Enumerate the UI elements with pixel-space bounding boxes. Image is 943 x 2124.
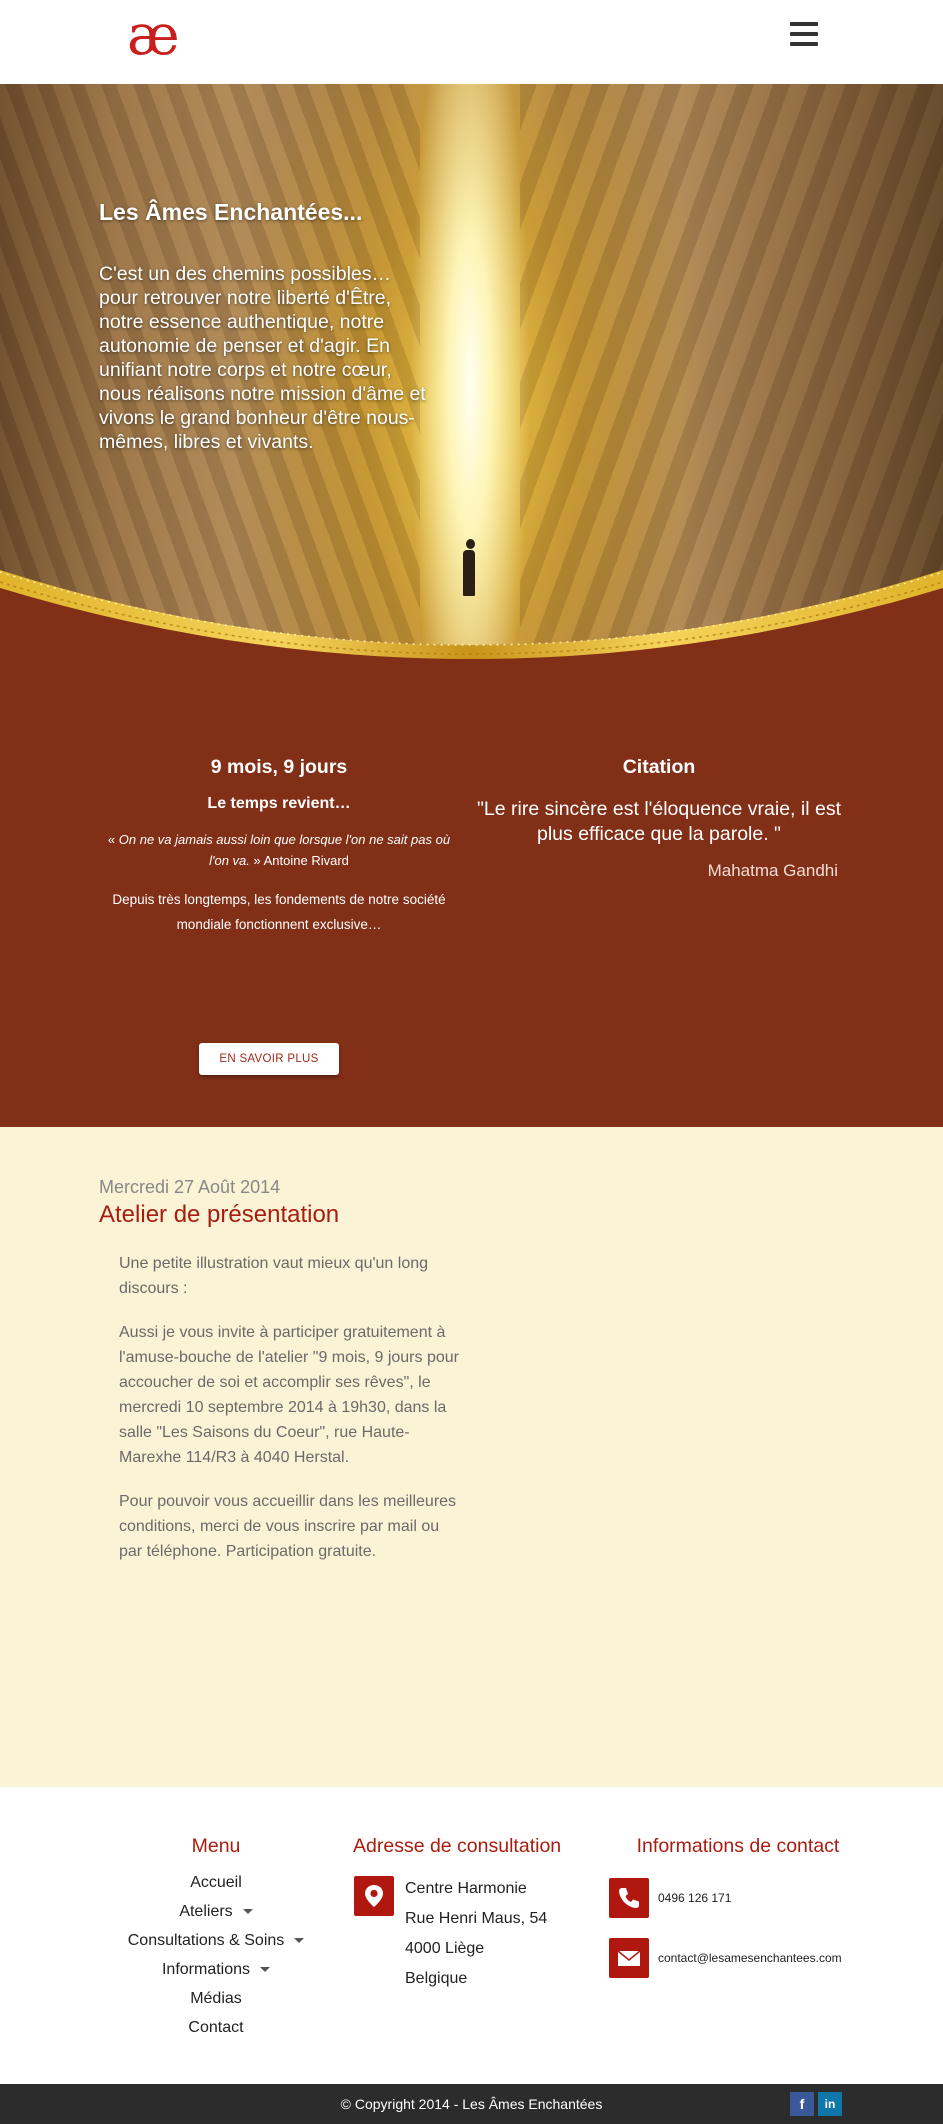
caret-down-icon[interactable] bbox=[294, 1938, 305, 1944]
site-logo[interactable]: æ bbox=[127, 6, 180, 66]
footer-menu-item-medias[interactable]: Médias bbox=[126, 1984, 306, 2013]
address-line: Rue Henri Maus, 54 bbox=[405, 1910, 548, 1927]
address-line: 4000 Liège bbox=[405, 1940, 485, 1957]
caret-down-icon[interactable] bbox=[242, 1909, 253, 1915]
footer-menu-item-contact[interactable]: Contact bbox=[126, 2013, 306, 2042]
phone-icon bbox=[609, 1878, 649, 1918]
site-header: æ bbox=[0, 0, 943, 84]
citation-author: Mahatma Gandhi bbox=[707, 861, 838, 880]
workshop-teaser: 9 mois, 9 jours Le temps revient… « On n… bbox=[99, 756, 459, 937]
post-date: Mercredi 27 Août 2014 bbox=[99, 1177, 281, 1197]
contact-email[interactable]: contact@lesamesenchantees.com bbox=[658, 1938, 868, 1978]
news-section: Mercredi 27 Août 2014 Atelier de présent… bbox=[0, 1127, 943, 1787]
post-body: Une petite illustration vaut mieux qu'un… bbox=[119, 1251, 464, 1583]
envelope-icon bbox=[609, 1938, 649, 1978]
site-footer: Menu Accueil Ateliers Consultations & So… bbox=[0, 1787, 943, 2084]
footer-menu-item-informations[interactable]: Informations bbox=[126, 1955, 306, 1984]
workshop-subheading: Le temps revient… bbox=[207, 795, 351, 812]
copyright-bar: © Copyright 2014 - Les Âmes Enchantées f… bbox=[0, 2084, 943, 2124]
footer-menu-heading: Menu bbox=[191, 1835, 241, 1857]
feature-section: 9 mois, 9 jours Le temps revient… « On n… bbox=[0, 684, 943, 1127]
map-pin-icon bbox=[354, 1876, 394, 1916]
linkedin-icon[interactable]: in bbox=[818, 2092, 842, 2116]
post-paragraph: Une petite illustration vaut mieux qu'un… bbox=[119, 1255, 429, 1297]
post-title[interactable]: Atelier de présentation bbox=[99, 1201, 339, 1229]
footer-menu-item-ateliers[interactable]: Ateliers bbox=[126, 1897, 306, 1926]
contact-phone-row: 0496 126 171 bbox=[608, 1878, 868, 1918]
facebook-icon[interactable]: f bbox=[790, 2092, 814, 2116]
citation-text: "Le rire sincère est l'éloquence vraie, … bbox=[477, 798, 841, 845]
gold-glitter-arc bbox=[0, 570, 943, 684]
hero-text: C'est un des chemins possibles… pour ret… bbox=[99, 263, 426, 453]
footer-menu-item-consultations[interactable]: Consultations & Soins bbox=[126, 1926, 306, 1955]
workshop-quote: « On ne va jamais aussi loin que lorsque… bbox=[107, 832, 451, 868]
footer-menu-item-accueil[interactable]: Accueil bbox=[126, 1868, 306, 1897]
contact-phone[interactable]: 0496 126 171 bbox=[658, 1878, 868, 1918]
read-more-button[interactable]: EN SAVOIR PLUS bbox=[199, 1043, 339, 1075]
footer-menu: Menu Accueil Ateliers Consultations & So… bbox=[126, 1835, 306, 2042]
workshop-intro: Depuis très longtemps, les fondements de… bbox=[112, 892, 446, 932]
footer-address-heading: Adresse de consultation bbox=[353, 1835, 562, 1857]
workshop-heading: 9 mois, 9 jours bbox=[210, 756, 348, 778]
address-line: Belgique bbox=[405, 1970, 468, 1987]
post-paragraph: Pour pouvoir vous accueillir dans les me… bbox=[119, 1493, 457, 1560]
caret-down-icon[interactable] bbox=[260, 1967, 271, 1973]
hamburger-menu-icon[interactable] bbox=[790, 22, 818, 46]
hero-title: Les Âmes Enchantées... bbox=[99, 199, 363, 225]
contact-email-row: contact@lesamesenchantees.com bbox=[608, 1938, 868, 1978]
citation-heading: Citation bbox=[622, 756, 696, 778]
footer-contact-heading: Informations de contact bbox=[636, 1835, 840, 1857]
footer-contact: Informations de contact 0496 126 171 con… bbox=[608, 1835, 868, 1998]
address-line: Centre Harmonie bbox=[405, 1880, 527, 1897]
post-paragraph: Aussi je vous invite à participer gratui… bbox=[119, 1324, 459, 1466]
citation-block: Citation "Le rire sincère est l'éloquenc… bbox=[474, 756, 844, 881]
footer-address: Adresse de consultation Centre Harmonie … bbox=[353, 1835, 598, 1994]
